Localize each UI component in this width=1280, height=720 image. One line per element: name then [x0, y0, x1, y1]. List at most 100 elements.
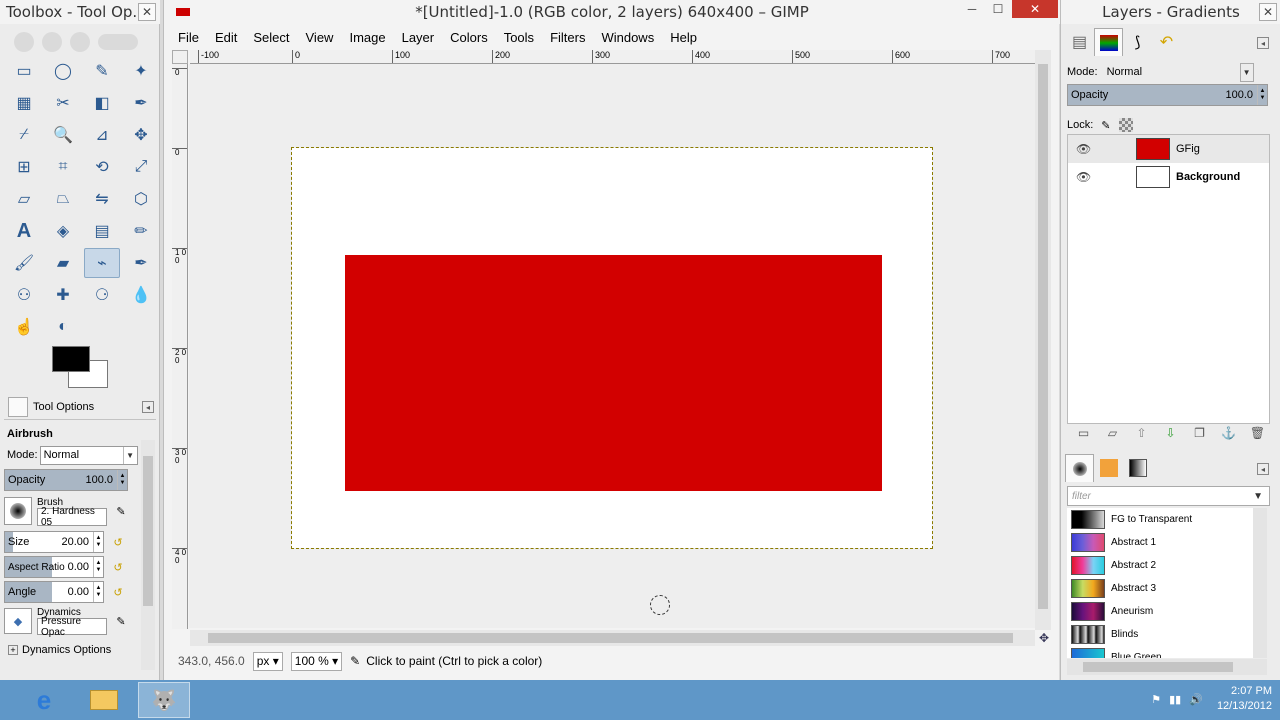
tool-options-scrollbar[interactable] [141, 440, 155, 670]
tool-clone[interactable]: ⚇ [6, 280, 42, 310]
gradient-vertical-scrollbar[interactable] [1253, 508, 1267, 658]
tool-ellipse-select[interactable]: ◯ [45, 56, 81, 86]
angle-reset-icon[interactable]: ↺ [110, 584, 126, 600]
quick-mask-corner[interactable] [172, 50, 188, 64]
aspect-ratio-slider[interactable]: Aspect Ratio 0.00 ▲ ▼ [4, 556, 104, 578]
tab-paths[interactable]: ⟆ [1123, 28, 1152, 56]
lower-layer-icon[interactable]: ⇩ [1156, 426, 1185, 440]
tab-brushes[interactable] [1065, 454, 1094, 482]
tool-perspective-clone[interactable]: ⚆ [84, 280, 120, 310]
tab-gradients[interactable] [1123, 454, 1152, 482]
tool-paths[interactable]: ✒ [123, 88, 159, 118]
anchor-layer-icon[interactable]: ⚓ [1214, 426, 1243, 440]
tab-layers[interactable]: ▤ [1065, 28, 1094, 56]
tool-shear[interactable]: ▱ [6, 184, 42, 214]
flag-icon[interactable]: ⚑ [1151, 693, 1161, 706]
gradient-item[interactable]: FG to Transparent [1067, 508, 1253, 531]
visibility-eye-icon[interactable]: 👁 [1076, 170, 1092, 184]
raise-layer-icon[interactable]: ⇧ [1127, 426, 1156, 440]
maximize-button[interactable]: ☐ [986, 0, 1010, 18]
tool-color-picker[interactable]: ⌿ [6, 120, 42, 150]
tool-scale[interactable]: ⤢ [123, 152, 159, 182]
tool-cage-transform[interactable]: ⬡ [123, 184, 159, 214]
dynamics-edit-icon[interactable]: ✎ [113, 613, 129, 629]
layer-opacity-slider[interactable]: Opacity 100.0 ▲ ▼ [1067, 84, 1268, 106]
minimize-button[interactable]: ─ [960, 0, 984, 18]
gimp-taskbar-button[interactable]: 🐺 [138, 682, 190, 718]
gradient-horizontal-scrollbar[interactable] [1067, 659, 1267, 675]
foreground-color[interactable] [52, 346, 90, 372]
lock-alpha-icon[interactable] [1118, 118, 1133, 132]
tool-color-select[interactable]: ▦ [6, 88, 42, 118]
tool-options-menu-button[interactable]: ◂ [142, 401, 154, 413]
duplicate-layer-icon[interactable]: ❐ [1185, 426, 1214, 440]
tool-move[interactable]: ✥ [123, 120, 159, 150]
delete-layer-icon[interactable]: 🗑 [1243, 426, 1272, 440]
lock-pixels-icon[interactable]: ✎ [1101, 119, 1110, 132]
tool-crop[interactable]: ⌗ [45, 152, 81, 182]
menu-colors[interactable]: Colors [450, 30, 488, 45]
brush-preview-button[interactable] [4, 497, 32, 525]
tool-rotate[interactable]: ⟲ [84, 152, 120, 182]
brush-name-field[interactable]: 2. Hardness 05 [37, 506, 107, 528]
mode-select[interactable]: Normal ▼ [39, 445, 138, 465]
gradient-filter-input[interactable]: filter ▼ [1067, 486, 1270, 506]
tab-undo[interactable]: ↶ [1152, 28, 1181, 56]
layer-row[interactable]: 👁 Background [1068, 163, 1269, 191]
tool-bucket-fill[interactable]: ◈ [45, 216, 81, 246]
new-layer-group-icon[interactable]: ▱ [1098, 426, 1127, 440]
vertical-ruler[interactable]: 0 0 1 0 0 2 0 0 3 0 0 4 0 0 [172, 64, 188, 629]
visibility-eye-icon[interactable]: 👁 [1076, 142, 1092, 156]
tool-ink[interactable]: ✒ [123, 248, 159, 278]
tool-flip[interactable]: ⇋ [84, 184, 120, 214]
dynamics-options-label[interactable]: Dynamics Options [22, 644, 111, 656]
dock-close-button[interactable]: ✕ [1259, 3, 1277, 21]
new-layer-icon[interactable]: ▭ [1069, 426, 1098, 440]
opacity-slider[interactable]: Opacity 100.0 ▲ ▼ [4, 469, 128, 491]
toolbox-close-button[interactable]: ✕ [138, 3, 156, 21]
close-button[interactable]: ✕ [1012, 0, 1058, 18]
brush-edit-icon[interactable]: ✎ [113, 503, 129, 519]
tool-rect-select[interactable]: ▭ [6, 56, 42, 86]
tool-paintbrush[interactable]: 🖌 [6, 248, 42, 278]
tool-smudge[interactable]: ☝ [6, 312, 42, 342]
canvas-area[interactable] [189, 64, 1035, 628]
tool-zoom[interactable]: 🔍 [45, 120, 81, 150]
tool-eraser[interactable]: ▰ [45, 248, 81, 278]
tab-channels[interactable] [1094, 28, 1123, 56]
menu-select[interactable]: Select [253, 30, 289, 45]
menu-windows[interactable]: Windows [601, 30, 654, 45]
clock[interactable]: 2:07 PM 12/13/2012 [1217, 684, 1272, 714]
tool-fuzzy-select[interactable]: ✦ [123, 56, 159, 86]
size-reset-icon[interactable]: ↺ [110, 534, 126, 550]
horizontal-ruler[interactable]: -100 0 100 200 300 400 500 600 700 [190, 50, 1035, 64]
gradient-item[interactable]: Abstract 2 [1067, 554, 1253, 577]
vertical-scrollbar[interactable] [1035, 50, 1051, 630]
tool-align[interactable]: ⊞ [6, 152, 42, 182]
menu-image[interactable]: Image [349, 30, 385, 45]
expander-plus-icon[interactable]: + [8, 645, 18, 655]
menu-filters[interactable]: Filters [550, 30, 585, 45]
size-slider[interactable]: Size 20.00 ▲ ▼ [4, 531, 104, 553]
network-icon[interactable]: ▮▮ [1169, 693, 1181, 706]
angle-slider[interactable]: Angle 0.00 ▲ ▼ [4, 581, 104, 603]
unit-select[interactable]: px ▾ [252, 651, 283, 671]
fg-bg-colors[interactable] [52, 346, 112, 390]
layer-row[interactable]: 👁 GFig [1068, 135, 1269, 163]
explorer-taskbar-button[interactable] [78, 682, 130, 718]
aspect-reset-icon[interactable]: ↺ [110, 559, 126, 575]
volume-icon[interactable]: 🔊 [1189, 693, 1203, 706]
menu-file[interactable]: File [178, 30, 199, 45]
menu-tools[interactable]: Tools [504, 30, 534, 45]
tool-heal[interactable]: ✚ [45, 280, 81, 310]
navigate-icon[interactable]: ✥ [1037, 631, 1051, 645]
tool-dodge-burn[interactable]: ◐ [45, 312, 81, 342]
layers-dock-menu-button[interactable]: ◂ [1257, 37, 1269, 49]
tool-free-select[interactable]: ✎ [84, 56, 120, 86]
gradients-dock-menu-button[interactable]: ◂ [1257, 463, 1269, 475]
menu-edit[interactable]: Edit [215, 30, 237, 45]
tab-patterns[interactable] [1094, 454, 1123, 482]
tool-pencil[interactable]: ✏ [123, 216, 159, 246]
tool-measure[interactable]: ⊿ [84, 120, 120, 150]
tool-blur-sharpen[interactable]: 💧 [123, 280, 159, 310]
